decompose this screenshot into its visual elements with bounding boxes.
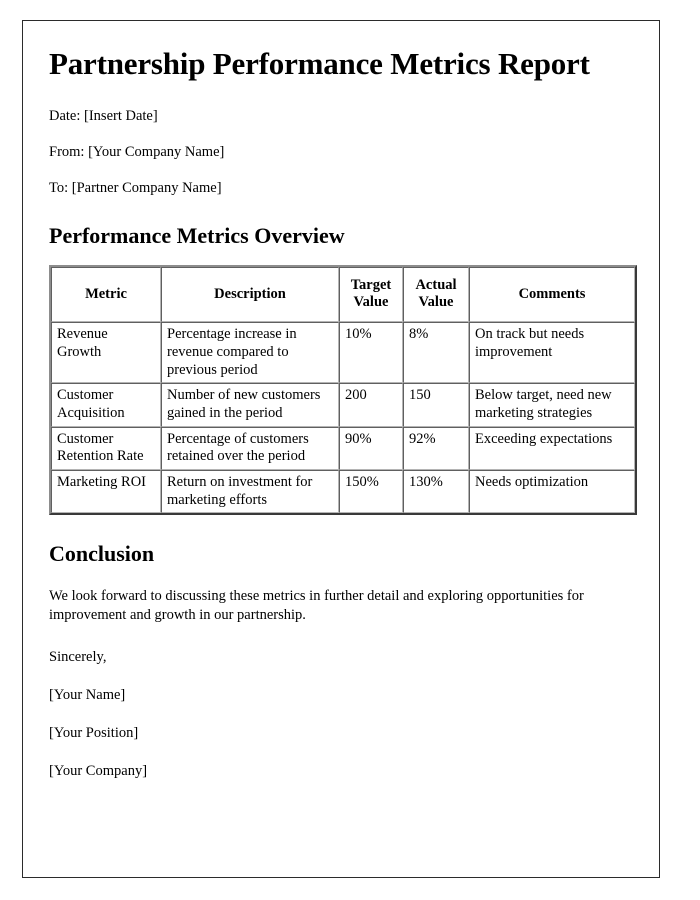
performance-metrics-table: Metric Description Target Value Actual V… <box>49 264 637 516</box>
document-page: Partnership Performance Metrics Report D… <box>22 20 660 878</box>
table-row: Marketing ROI Return on investment for m… <box>51 469 635 514</box>
cell-description: Percentage of customers retained over th… <box>161 426 339 470</box>
column-header-target: Target Value <box>339 266 403 323</box>
cell-comments: Needs optimization <box>469 469 635 514</box>
meta-date: Date: [Insert Date] <box>49 108 158 125</box>
column-header-comments: Comments <box>469 266 635 323</box>
cell-actual: 92% <box>403 426 469 470</box>
cell-metric: Revenue Growth <box>51 322 161 384</box>
section-heading-overview: Performance Metrics Overview <box>49 223 345 249</box>
column-header-actual: Actual Value <box>403 266 469 323</box>
conclusion-paragraph: We look forward to discussing these metr… <box>49 587 584 624</box>
meta-to: To: [Partner Company Name] <box>49 180 222 197</box>
cell-metric: Customer Acquisition <box>51 383 161 427</box>
cell-actual: 130% <box>403 469 469 514</box>
signature-position: [Your Position] <box>49 725 139 741</box>
cell-comments: Exceeding expectations <box>469 426 635 470</box>
cell-description: Percentage increase in revenue compared … <box>161 322 339 384</box>
signature-company: [Your Company] <box>49 763 148 780</box>
cell-description: Number of new customers gained in the pe… <box>161 383 339 427</box>
cell-description: Return on investment for marketing effor… <box>161 469 339 514</box>
table-row: Revenue Growth Percentage increase in re… <box>51 322 635 384</box>
cell-comments: On track but needs improvement <box>469 322 635 384</box>
cell-actual: 8% <box>403 322 469 384</box>
cell-metric: Customer Retention Rate <box>51 426 161 470</box>
table-row: Customer Retention Rate Percentage of cu… <box>51 426 635 470</box>
signature-name: [Your Name] <box>49 686 126 703</box>
column-header-description: Description <box>161 266 339 323</box>
document-body: Partnership Performance Metrics Report D… <box>23 21 659 780</box>
section-heading-conclusion: Conclusion <box>49 541 155 567</box>
cell-target: 150% <box>339 469 403 514</box>
table-header-row: Metric Description Target Value Actual V… <box>51 266 635 323</box>
table-row: Customer Acquisition Number of new custo… <box>51 383 635 427</box>
cell-actual: 150 <box>403 383 469 427</box>
meta-from: From: [Your Company Name] <box>49 144 225 161</box>
column-header-metric: Metric <box>51 266 161 323</box>
cell-target: 90% <box>339 426 403 470</box>
cell-target: 200 <box>339 383 403 427</box>
page-title: Partnership Performance Metrics Report <box>49 46 590 81</box>
cell-target: 10% <box>339 322 403 384</box>
closing-salutation: Sincerely, <box>49 648 107 665</box>
cell-metric: Marketing ROI <box>51 469 161 514</box>
cell-comments: Below target, need new marketing strateg… <box>469 383 635 427</box>
metrics-table-wrapper: Metric Description Target Value Actual V… <box>49 264 637 516</box>
